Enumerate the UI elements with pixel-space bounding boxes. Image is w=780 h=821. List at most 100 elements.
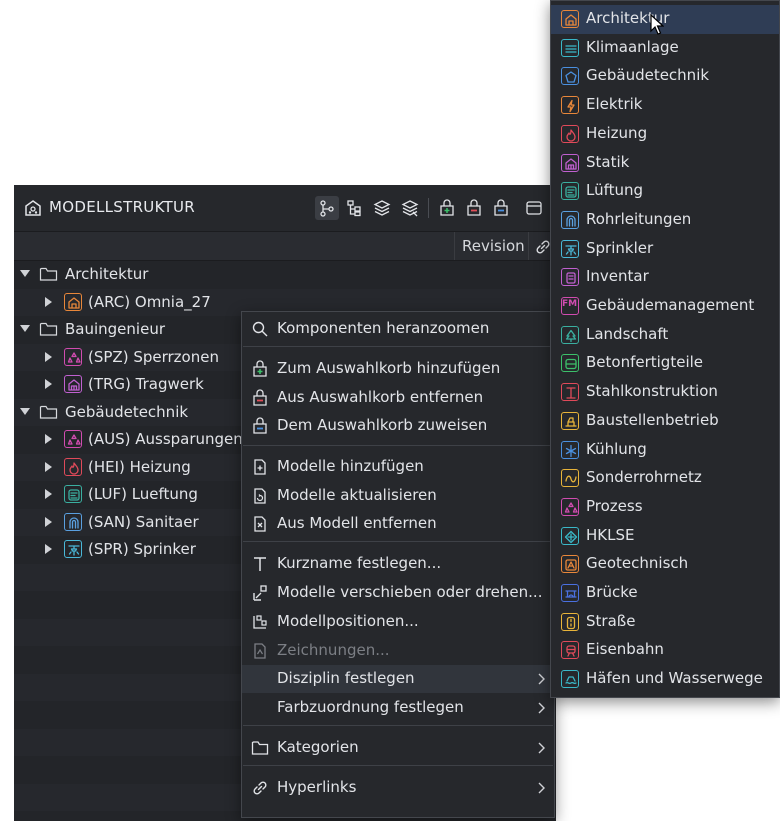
context-menu-item[interactable]: Modellpositionen... (242, 608, 554, 636)
expand-caret-icon[interactable] (45, 516, 52, 527)
expand-caret-icon[interactable] (45, 296, 52, 307)
discipline-menu-item[interactable]: FM Gebäudemanagement (551, 292, 779, 321)
discipline-menu-item[interactable]: Lüftung (551, 177, 779, 206)
context-menu-item[interactable]: Modelle aktualisieren (242, 482, 554, 510)
discipline-menu-item[interactable]: Architektur (551, 5, 779, 34)
discipline-menu-item-label: Brücke (586, 583, 638, 601)
tree-model-label: (TRG) Tragwerk (88, 375, 204, 393)
layers-filter-button[interactable] (398, 196, 422, 220)
discipline-menu-item-label: Betonfertigteile (586, 353, 704, 372)
move-icon (253, 585, 267, 601)
special-pipe-icon (561, 469, 579, 488)
context-menu-item[interactable]: Disziplin festlegen (242, 665, 554, 693)
file-refresh-icon (254, 488, 266, 504)
tree-model-label: (SPZ) Sperrzonen (88, 347, 219, 366)
context-menu-item[interactable]: Hyperlinks (242, 774, 554, 802)
panel-title: MODELLSTRUKTUR (49, 198, 196, 216)
tree-view-button[interactable] (315, 196, 339, 220)
expand-caret-icon[interactable] (45, 461, 52, 472)
folder-icon (39, 405, 58, 419)
context-menu-item-label: Modellpositionen... (277, 612, 419, 630)
sprinkler-icon (561, 239, 579, 258)
discipline-menu-item[interactable]: Prozess (551, 493, 779, 522)
basket-assign-button[interactable] (489, 196, 513, 220)
expand-caret-icon[interactable] (45, 379, 52, 389)
discipline-menu-item-label: Heizung (586, 123, 648, 142)
tree-model-label: (HEI) Heizung (88, 457, 191, 476)
context-menu-item-label: Hyperlinks (277, 778, 357, 796)
context-menu-item[interactable]: Farbzuordnung festlegen (242, 694, 554, 722)
panel-header: MODELLSTRUKTUR (14, 185, 556, 231)
expand-caret-icon[interactable] (45, 544, 52, 554)
context-menu-item[interactable]: Dem Auswahlkorb zuweisen (242, 412, 554, 440)
discipline-menu-item[interactable]: Straße (551, 608, 779, 637)
discipline-menu-item[interactable]: Betonfertigteile (551, 349, 779, 378)
column-header-row: Revision (14, 231, 556, 261)
menu-separator (243, 541, 553, 542)
discipline-menu-item[interactable]: Statik (551, 149, 779, 178)
column-header-revision[interactable]: Revision (454, 232, 529, 260)
discipline-menu-item-label: Lüftung (586, 181, 644, 200)
context-menu-item[interactable]: Kategorien (242, 734, 554, 762)
discipline-menu-item[interactable]: Heizung (551, 120, 779, 149)
structure-icon (561, 153, 579, 172)
discipline-menu-item[interactable]: Elektrik (551, 91, 779, 120)
expand-caret-icon[interactable] (20, 325, 30, 332)
discipline-menu-item[interactable]: Kühlung (551, 436, 779, 465)
basket-add-icon (253, 360, 267, 377)
basket-remove-button[interactable] (462, 196, 486, 220)
panel-layout-button[interactable] (522, 196, 546, 220)
discipline-menu-item[interactable]: Baustellenbetrieb (551, 407, 779, 436)
context-menu-item-label: Komponenten heranzoomen (277, 319, 490, 337)
context-menu-item[interactable]: Aus Modell entfernen (242, 510, 554, 538)
discipline-menu-item-label: Häfen und Wasserwege (586, 669, 763, 688)
drawings-icon (254, 643, 266, 659)
expand-caret-icon[interactable] (45, 489, 52, 499)
context-menu-item[interactable]: Modelle hinzufügen (242, 453, 554, 481)
expand-caret-icon[interactable] (20, 270, 30, 277)
folder-icon (39, 267, 58, 281)
panel-layout-icon (526, 201, 542, 215)
architecture-icon (64, 292, 82, 311)
basket-assign-icon (494, 199, 508, 216)
discipline-menu-item[interactable]: Klimaanlage (551, 34, 779, 63)
tree-group-label: Architektur (65, 265, 149, 283)
discipline-menu-item[interactable]: Sprinkler (551, 235, 779, 264)
inventory-icon (561, 268, 579, 287)
bridge-icon (561, 584, 579, 602)
context-menu-item[interactable]: Kurzname festlegen... (242, 550, 554, 578)
hierarchy-button[interactable] (342, 196, 366, 220)
context-menu-item[interactable]: Komponenten heranzoomen (242, 315, 554, 343)
tree-group-row[interactable]: Architektur (14, 261, 556, 289)
context-menu-item-label: Dem Auswahlkorb zuweisen (277, 416, 488, 434)
context-menu-item[interactable]: Zum Auswahlkorb hinzufügen (242, 355, 554, 383)
architecture-icon (561, 10, 579, 28)
context-menu-item[interactable]: Aus Auswahlkorb entfernen (242, 384, 554, 412)
discipline-menu-item[interactable]: Sonderrohrnetz (551, 464, 779, 493)
discipline-menu-item[interactable]: Inventar (551, 263, 779, 292)
tree-model-label: (SAN) Sanitaer (88, 512, 199, 531)
context-menu-item-label: Zum Auswahlkorb hinzufügen (277, 359, 501, 377)
discipline-menu-item[interactable]: Stahlkonstruktion (551, 378, 779, 407)
discipline-menu-item[interactable]: Häfen und Wasserwege (551, 665, 779, 694)
text-icon (254, 557, 266, 571)
context-menu-item[interactable]: Modelle verschieben oder drehen... (242, 579, 554, 607)
basket-add-button[interactable] (435, 196, 459, 220)
discipline-menu-item[interactable]: Eisenbahn (551, 636, 779, 665)
discipline-menu-item[interactable]: Rohrleitungen (551, 206, 779, 235)
discipline-menu-item[interactable]: HKLSE (551, 522, 779, 551)
discipline-menu-item[interactable]: Landschaft (551, 321, 779, 350)
harbor-icon (561, 670, 579, 689)
discipline-menu-item[interactable]: Brücke (551, 579, 779, 608)
discipline-menu-item[interactable]: Geotechnisch (551, 550, 779, 579)
hklse-icon (561, 526, 579, 545)
layers-button[interactable] (370, 196, 394, 220)
discipline-menu-item[interactable]: Gebäudetechnik (551, 62, 779, 91)
geotech-icon (561, 555, 579, 574)
discipline-menu-item-label: Kühlung (586, 439, 647, 458)
expand-caret-icon[interactable] (45, 434, 52, 444)
expand-caret-icon[interactable] (20, 407, 30, 415)
menu-separator (243, 346, 553, 347)
expand-caret-icon[interactable] (45, 351, 52, 362)
menu-separator (243, 725, 553, 726)
